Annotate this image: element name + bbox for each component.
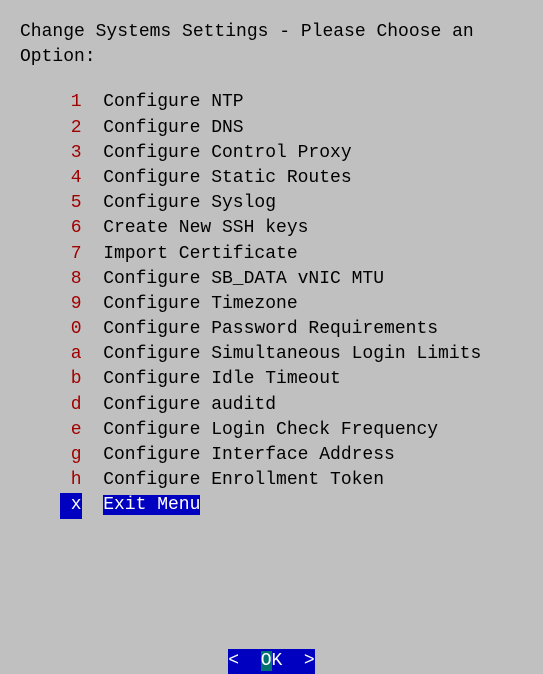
menu-item-label: Configure Login Check Frequency	[103, 420, 438, 440]
menu-item[interactable]: a Configure Simultaneous Login Limits	[60, 342, 523, 367]
menu-item-key: 4	[60, 166, 82, 191]
menu-item-label: Import Certificate	[103, 244, 297, 264]
menu-item-label: Configure Simultaneous Login Limits	[103, 344, 481, 364]
spacer	[82, 342, 104, 367]
spacer	[82, 116, 104, 141]
menu-item[interactable]: b Configure Idle Timeout	[60, 367, 523, 392]
spacer	[82, 191, 104, 216]
menu-item[interactable]: h Configure Enrollment Token	[60, 468, 523, 493]
menu-item-key: e	[60, 418, 82, 443]
menu-item[interactable]: 0 Configure Password Requirements	[60, 317, 523, 342]
menu-item-key: b	[60, 367, 82, 392]
spacer	[82, 267, 104, 292]
menu-item-key: x	[60, 493, 82, 518]
menu-item-label: Configure SB_DATA vNIC MTU	[103, 269, 384, 289]
menu-item[interactable]: d Configure auditd	[60, 393, 523, 418]
menu-item-key: g	[60, 443, 82, 468]
spacer	[82, 317, 104, 342]
ok-left: <	[228, 651, 260, 671]
menu-item-label: Configure Syslog	[103, 193, 276, 213]
spacer	[82, 393, 104, 418]
menu-item-label: Configure Static Routes	[103, 168, 351, 188]
menu-item-label: Configure NTP	[103, 92, 243, 112]
spacer	[82, 90, 104, 115]
menu-item[interactable]: 4 Configure Static Routes	[60, 166, 523, 191]
menu-item-key: 5	[60, 191, 82, 216]
menu-item-label: Configure auditd	[103, 395, 276, 415]
menu-item[interactable]: 5 Configure Syslog	[60, 191, 523, 216]
menu-item-key: 6	[60, 216, 82, 241]
menu-item-key: 2	[60, 116, 82, 141]
menu-item-key: a	[60, 342, 82, 367]
menu-item[interactable]: 3 Configure Control Proxy	[60, 141, 523, 166]
spacer	[82, 242, 104, 267]
menu-item-key: 3	[60, 141, 82, 166]
menu-item[interactable]: 1 Configure NTP	[60, 90, 523, 115]
menu-item[interactable]: g Configure Interface Address	[60, 443, 523, 468]
menu-item-key: h	[60, 468, 82, 493]
menu-item-key: 1	[60, 90, 82, 115]
menu-item-label: Configure Enrollment Token	[103, 470, 384, 490]
menu-item[interactable]: x Exit Menu	[60, 493, 523, 518]
menu-item-label: Configure DNS	[103, 118, 243, 138]
menu-item[interactable]: 6 Create New SSH keys	[60, 216, 523, 241]
spacer	[82, 216, 104, 241]
menu-list: 1 Configure NTP2 Configure DNS3 Configur…	[60, 90, 523, 518]
menu-item-label: Create New SSH keys	[103, 218, 308, 238]
menu-item-label: Configure Timezone	[103, 294, 297, 314]
menu-item-label: Configure Interface Address	[103, 445, 395, 465]
menu-title: Change Systems Settings - Please Choose …	[20, 20, 523, 70]
ok-rest: K >	[272, 651, 315, 671]
menu-item-key: 8	[60, 267, 82, 292]
ok-container: < OK >	[20, 649, 523, 674]
menu-item[interactable]: 7 Import Certificate	[60, 242, 523, 267]
spacer	[82, 292, 104, 317]
menu-item-key: 7	[60, 242, 82, 267]
menu-item[interactable]: 9 Configure Timezone	[60, 292, 523, 317]
spacer	[82, 367, 104, 392]
menu-item-key: 0	[60, 317, 82, 342]
spacer	[82, 166, 104, 191]
menu-item-label: Exit Menu	[103, 495, 200, 515]
spacer	[82, 443, 104, 468]
spacer	[82, 493, 104, 518]
menu-item[interactable]: 8 Configure SB_DATA vNIC MTU	[60, 267, 523, 292]
menu-item-label: Configure Password Requirements	[103, 319, 438, 339]
ok-hotkey: O	[261, 651, 272, 671]
menu-item[interactable]: 2 Configure DNS	[60, 116, 523, 141]
menu-item[interactable]: e Configure Login Check Frequency	[60, 418, 523, 443]
ok-button[interactable]: < OK >	[228, 649, 314, 674]
menu-item-label: Configure Idle Timeout	[103, 369, 341, 389]
spacer	[82, 468, 104, 493]
spacer	[82, 141, 104, 166]
menu-item-key: 9	[60, 292, 82, 317]
menu-item-key: d	[60, 393, 82, 418]
spacer	[82, 418, 104, 443]
menu-item-label: Configure Control Proxy	[103, 143, 351, 163]
